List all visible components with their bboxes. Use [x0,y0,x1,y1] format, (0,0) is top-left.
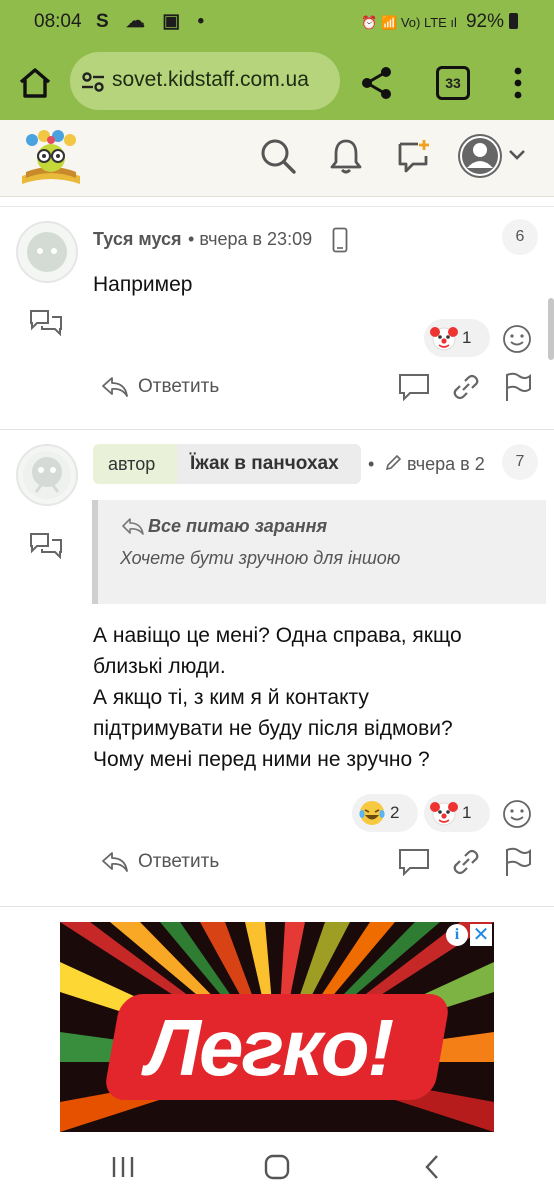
post-content-line: А якщо ті, з ким я й контакту [93,686,369,709]
address-bar[interactable]: sovet.kidstaff.com.ua [70,52,340,110]
scrollbar[interactable] [548,298,554,360]
reply-arrow-icon [122,518,144,535]
link-icon[interactable] [450,371,482,403]
author-name-text: Їжак в панчохах [190,453,339,474]
author-name[interactable]: Туся муся [93,229,182,250]
reply-label: Ответить [138,376,220,397]
quote-comment-icon[interactable] [398,371,430,403]
search-icon[interactable] [258,136,298,176]
home-nav-icon[interactable] [262,1152,292,1182]
battery-icon [509,13,518,29]
add-reaction-icon[interactable] [502,324,532,354]
flag-icon[interactable] [502,846,534,878]
bell-icon[interactable] [326,136,366,176]
more-menu-icon[interactable] [508,66,528,100]
browser-toolbar: sovet.kidstaff.com.ua 33 [0,44,554,120]
thread-icon[interactable] [28,530,64,560]
post-meta: • вчера в 23:09 [188,229,312,250]
advertisement-banner[interactable]: Легко! i ✕ [60,922,494,1132]
reaction-count: 2 [390,803,400,822]
clown-emoji-icon [430,327,458,351]
comment-post: Туся муся • вчера в 23:09 6 Например 1 О… [0,207,554,430]
flag-icon[interactable] [502,371,534,403]
post-content-line: Чому мені перед ними не зручно ? [93,748,430,771]
recent-apps-icon[interactable] [108,1152,138,1182]
reply-arrow-icon [102,377,128,397]
reaction-chip[interactable]: 1 [424,319,490,357]
thread-icon[interactable] [28,307,64,337]
home-icon[interactable] [16,64,54,102]
author-name[interactable]: Їжак в панчохах [177,444,361,484]
author-tag: автор [93,444,177,484]
share-icon[interactable] [358,64,396,102]
post-number[interactable]: 7 [502,444,538,480]
post-content: Например [93,273,193,296]
quote-text: Хочете бути зручною для іншою [120,548,401,568]
user-avatar[interactable] [458,134,502,178]
signal-icons: ⏰ 📶 Vo) LTE ıl [361,15,457,30]
kidstaff-logo[interactable] [18,128,84,188]
new-message-icon[interactable] [394,136,434,176]
ad-brand-text: Легко! [146,1003,394,1092]
mobile-device-icon [332,227,348,253]
comment-post: автор Їжак в панчохах • вчера в 2 7 Все … [0,430,554,907]
quote-block[interactable]: Все питаю зарання Хочете бути зручною дл… [92,500,546,604]
system-status-icons: ⏰ 📶 Vo) LTE ıl 92% [361,11,518,33]
avatar[interactable] [16,444,78,506]
hedgehog-avatar-icon [23,451,71,499]
quote-comment-icon[interactable] [398,846,430,878]
site-settings-icon[interactable] [80,69,106,95]
url-text: sovet.kidstaff.com.ua [112,68,309,91]
battery-level: 92% [465,11,504,32]
post-content-line: А навіщо це мені? Одна справа, якщо [93,624,462,647]
status-time: 08:04 [34,11,82,32]
back-nav-icon[interactable] [418,1152,448,1182]
site-header [0,120,554,197]
reply-arrow-icon [102,852,128,872]
post-content-line: близькі люди. [93,655,226,678]
ad-close-icon[interactable]: ✕ [470,924,492,946]
reaction-chip[interactable]: 1 [424,794,490,832]
post-meta: • [368,454,375,474]
avatar[interactable] [16,221,78,283]
pencil-edit-icon [385,454,402,471]
post-time: вчера в 23:09 [199,229,313,249]
reply-label: Ответить [138,851,220,872]
laughing-tears-emoji-icon [359,801,385,825]
post-number[interactable]: 6 [502,219,538,255]
post-content-line: підтримувати не буду після відмови? [93,717,453,740]
default-avatar-icon [27,232,67,272]
user-silhouette-icon [460,136,500,176]
clown-emoji-icon [430,802,458,826]
quote-title-text: Все питаю зарання [148,516,328,536]
post-time: вчера в 2 [407,454,485,474]
system-navigation-bar [0,1134,554,1200]
notification-icons: S ☁ ▣ • [96,11,211,32]
reaction-count: 1 [462,328,472,347]
post-content: А навіщо це мені? Одна справа, якщо близ… [93,620,462,775]
status-bar: 08:04 S ☁ ▣ • ⏰ 📶 Vo) LTE ıl 92% [0,0,554,44]
add-reaction-icon[interactable] [502,799,532,829]
link-icon[interactable] [450,846,482,878]
ad-info-icon[interactable]: i [446,924,468,946]
reaction-chip[interactable]: 2 [352,794,418,832]
reaction-count: 1 [462,803,472,822]
chevron-down-icon[interactable] [506,144,528,166]
meta-separator: • [188,229,200,249]
author-tag-label: автор [108,454,156,474]
tab-switcher-button[interactable]: 33 [436,66,470,100]
